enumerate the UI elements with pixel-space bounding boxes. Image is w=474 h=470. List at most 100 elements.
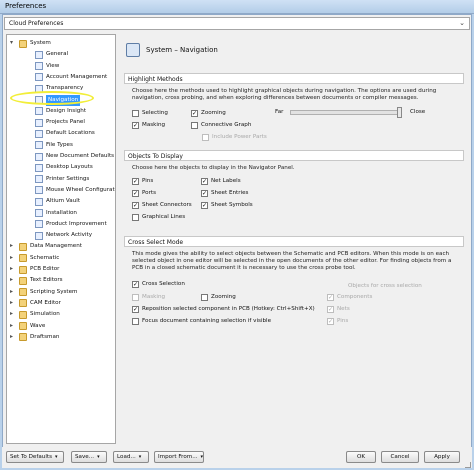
checkbox-box <box>201 294 208 301</box>
tree-item-label: Schematic <box>30 254 60 261</box>
window-title-bar: Preferences <box>0 0 474 14</box>
tree-item-label: Installation <box>46 209 77 216</box>
checkmark-icon: ✓ <box>132 178 139 185</box>
cloud-preferences-label: Cloud Preferences <box>9 20 64 27</box>
tree-item-label: File Types <box>46 141 73 148</box>
far-label: Far <box>275 109 284 115</box>
checkmark-icon: ✓ <box>132 122 139 129</box>
expand-icon[interactable]: ▸ <box>10 254 17 262</box>
expand-icon[interactable]: ▸ <box>10 322 17 330</box>
expand-icon[interactable]: ▸ <box>10 266 17 273</box>
expand-icon[interactable]: ▸ <box>10 288 17 296</box>
tree-item[interactable]: Projects Panel <box>7 117 115 128</box>
close-label: Close <box>410 109 426 115</box>
expand-icon[interactable]: ▸ <box>10 277 17 284</box>
checkmark-icon: ✓ <box>201 190 208 197</box>
checkmark-icon: ✓ <box>132 306 139 313</box>
tree-item[interactable]: Printer Settings <box>7 174 115 185</box>
tree-item[interactable]: ▸ Wave <box>7 321 115 332</box>
expand-icon[interactable]: ▸ <box>10 243 17 250</box>
tree-item[interactable]: ▾ System <box>7 38 115 49</box>
tree-item-label: General <box>46 51 69 58</box>
tree-item[interactable]: Altium Vault <box>7 196 115 207</box>
dropdown-arrow-icon: ▾ <box>54 454 58 460</box>
checkmark-icon: ✓ <box>132 202 139 209</box>
objects-for-cross-selection-label: Objects for cross selection <box>348 283 422 289</box>
tree-item-label: Desktop Layouts <box>46 164 93 171</box>
save-button[interactable]: Save... ▾ <box>71 451 107 463</box>
folder-icon <box>19 288 27 297</box>
dropdown-arrow-icon: ▾ <box>97 454 100 460</box>
apply-button[interactable]: Apply <box>424 451 460 463</box>
tree-item[interactable]: File Types <box>7 140 115 151</box>
highlight-slider-thumb[interactable] <box>397 107 402 118</box>
tree-item[interactable]: View <box>7 61 115 72</box>
tree-item[interactable]: Installation <box>7 208 115 219</box>
tree-item[interactable]: Design Insight <box>7 106 115 117</box>
checkmark-icon: ✓ <box>327 318 334 325</box>
tree-item[interactable]: ▸ Schematic <box>7 253 115 264</box>
tree-item[interactable]: Account Management <box>7 72 115 83</box>
tree-item[interactable]: ▸ Scripting System <box>7 287 115 298</box>
tree-item[interactable]: Mouse Wheel Configuration <box>7 185 116 196</box>
tree-item[interactable]: ▸ CAM Editor <box>7 298 115 309</box>
tree-item[interactable]: New Document Defaults <box>7 151 115 162</box>
tree-item[interactable]: ▸ Text Editors <box>7 275 115 286</box>
set-to-defaults-button[interactable]: Set To Defaults ▾ <box>6 451 64 463</box>
folder-icon <box>19 333 27 342</box>
tree-item[interactable]: ▸ Data Management <box>7 241 115 252</box>
tree-item-label: Mouse Wheel Configuration <box>46 186 116 193</box>
expand-icon[interactable]: ▸ <box>10 299 17 307</box>
expand-icon[interactable]: ▸ <box>10 311 17 318</box>
tree-item-label: New Document Defaults <box>46 153 115 159</box>
tree-item[interactable]: Default Locations <box>7 128 115 139</box>
dropdown-arrow-icon: ▾ <box>138 454 142 460</box>
folder-icon <box>19 276 27 285</box>
tree-item-label: Navigation <box>46 94 81 106</box>
tree-item-label: Draftsman <box>30 333 60 340</box>
tree-item-label: Design Insight <box>46 107 87 114</box>
tree-item[interactable]: Network Activity <box>7 230 115 241</box>
cancel-button[interactable]: Cancel <box>381 451 419 463</box>
page-icon <box>35 152 43 161</box>
objects-to-display-heading: Objects To Display <box>124 150 464 161</box>
page-icon <box>35 107 43 116</box>
checkmark-icon: ✓ <box>191 110 198 117</box>
tree-item[interactable]: ▸ PCB Editor <box>7 264 115 275</box>
ok-button[interactable]: OK <box>346 451 376 463</box>
page-icon <box>35 197 43 206</box>
folder-icon <box>19 242 27 251</box>
highlight-methods-heading: Highlight Methods <box>124 73 464 84</box>
tree-item[interactable]: ▸ Draftsman <box>7 332 115 343</box>
folder-icon <box>19 39 27 48</box>
tree-item-label: Data Management <box>30 243 82 250</box>
cross-select-mode-description: This mode gives the ability to select ob… <box>132 251 452 271</box>
folder-icon <box>19 322 27 330</box>
tree-item-label: System <box>30 40 51 46</box>
checkmark-icon: ✓ <box>201 178 208 185</box>
cloud-preferences-bar[interactable]: Cloud Preferences ⌄ <box>4 17 470 30</box>
checkbox-box <box>132 110 139 117</box>
page-icon <box>35 175 43 184</box>
collapse-icon[interactable]: ▾ <box>10 40 17 47</box>
tree-item[interactable]: ▸ Simulation <box>7 309 115 320</box>
preferences-tree[interactable]: ▾ System General View Account Management Tran… <box>6 34 116 444</box>
page-icon <box>35 129 43 138</box>
page-icon <box>35 163 43 172</box>
tree-item[interactable]: Product Improvement <box>7 219 115 230</box>
highlight-methods-description: Choose here the methods used to highligh… <box>132 88 437 101</box>
tree-item[interactable]: General <box>7 49 115 60</box>
checkbox-box <box>202 134 209 141</box>
checkbox-box <box>132 318 139 325</box>
resize-grip-icon[interactable] <box>465 462 471 468</box>
tree-item[interactable]: Navigation <box>7 94 115 106</box>
load-button[interactable]: Load... ▾ <box>113 451 149 463</box>
tree-item-label: Default Locations <box>46 130 95 137</box>
checkmark-icon: ✓ <box>327 294 334 301</box>
tree-item[interactable]: Transparency <box>7 83 115 94</box>
expand-icon[interactable]: ▸ <box>10 333 17 341</box>
highlight-slider-track[interactable] <box>290 110 398 115</box>
import-from-button[interactable]: Import From... ▾ <box>154 451 204 463</box>
page-icon <box>35 73 43 82</box>
tree-item[interactable]: Desktop Layouts <box>7 162 115 173</box>
